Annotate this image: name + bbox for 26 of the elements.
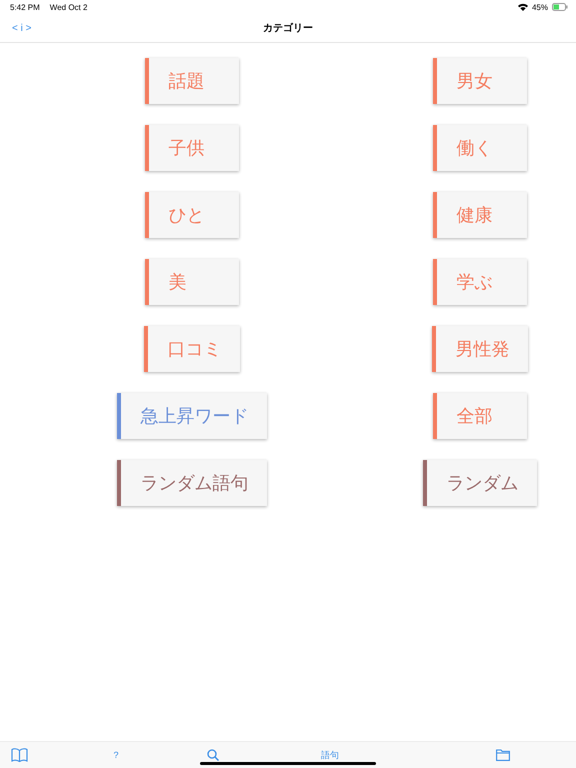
category-button[interactable]: ランダム [422, 460, 536, 506]
category-button[interactable]: 急上昇ワード [116, 393, 266, 439]
tab-label[interactable]: 語句 [321, 748, 339, 762]
battery-icon [552, 3, 568, 11]
category-button[interactable]: 全部 [432, 393, 526, 439]
category-button[interactable]: ランダム語句 [116, 460, 266, 506]
category-button[interactable]: 口コミ [144, 326, 240, 372]
battery-percent: 45% [532, 2, 548, 12]
category-button[interactable]: 男女 [432, 58, 526, 104]
tab-label[interactable]: ? [113, 750, 118, 760]
status-time: 5:42 PM [10, 2, 40, 12]
status-date: Wed Oct 2 [50, 2, 88, 12]
category-button[interactable]: 子供 [144, 125, 238, 171]
category-button[interactable]: 男性発 [432, 326, 528, 372]
book-icon[interactable] [11, 748, 28, 762]
nav-title: カテゴリー [263, 22, 313, 35]
category-button[interactable]: ひと [144, 192, 238, 238]
category-button[interactable]: 話題 [144, 58, 238, 104]
folder-icon[interactable] [496, 749, 510, 761]
category-button[interactable]: 美 [144, 259, 238, 305]
search-icon[interactable] [207, 749, 219, 761]
back-link[interactable]: < i > [12, 22, 32, 34]
category-button[interactable]: 学ぶ [432, 259, 526, 305]
category-button[interactable]: 健康 [432, 192, 526, 238]
wifi-icon [518, 3, 528, 11]
category-button[interactable]: 働く [432, 125, 526, 171]
